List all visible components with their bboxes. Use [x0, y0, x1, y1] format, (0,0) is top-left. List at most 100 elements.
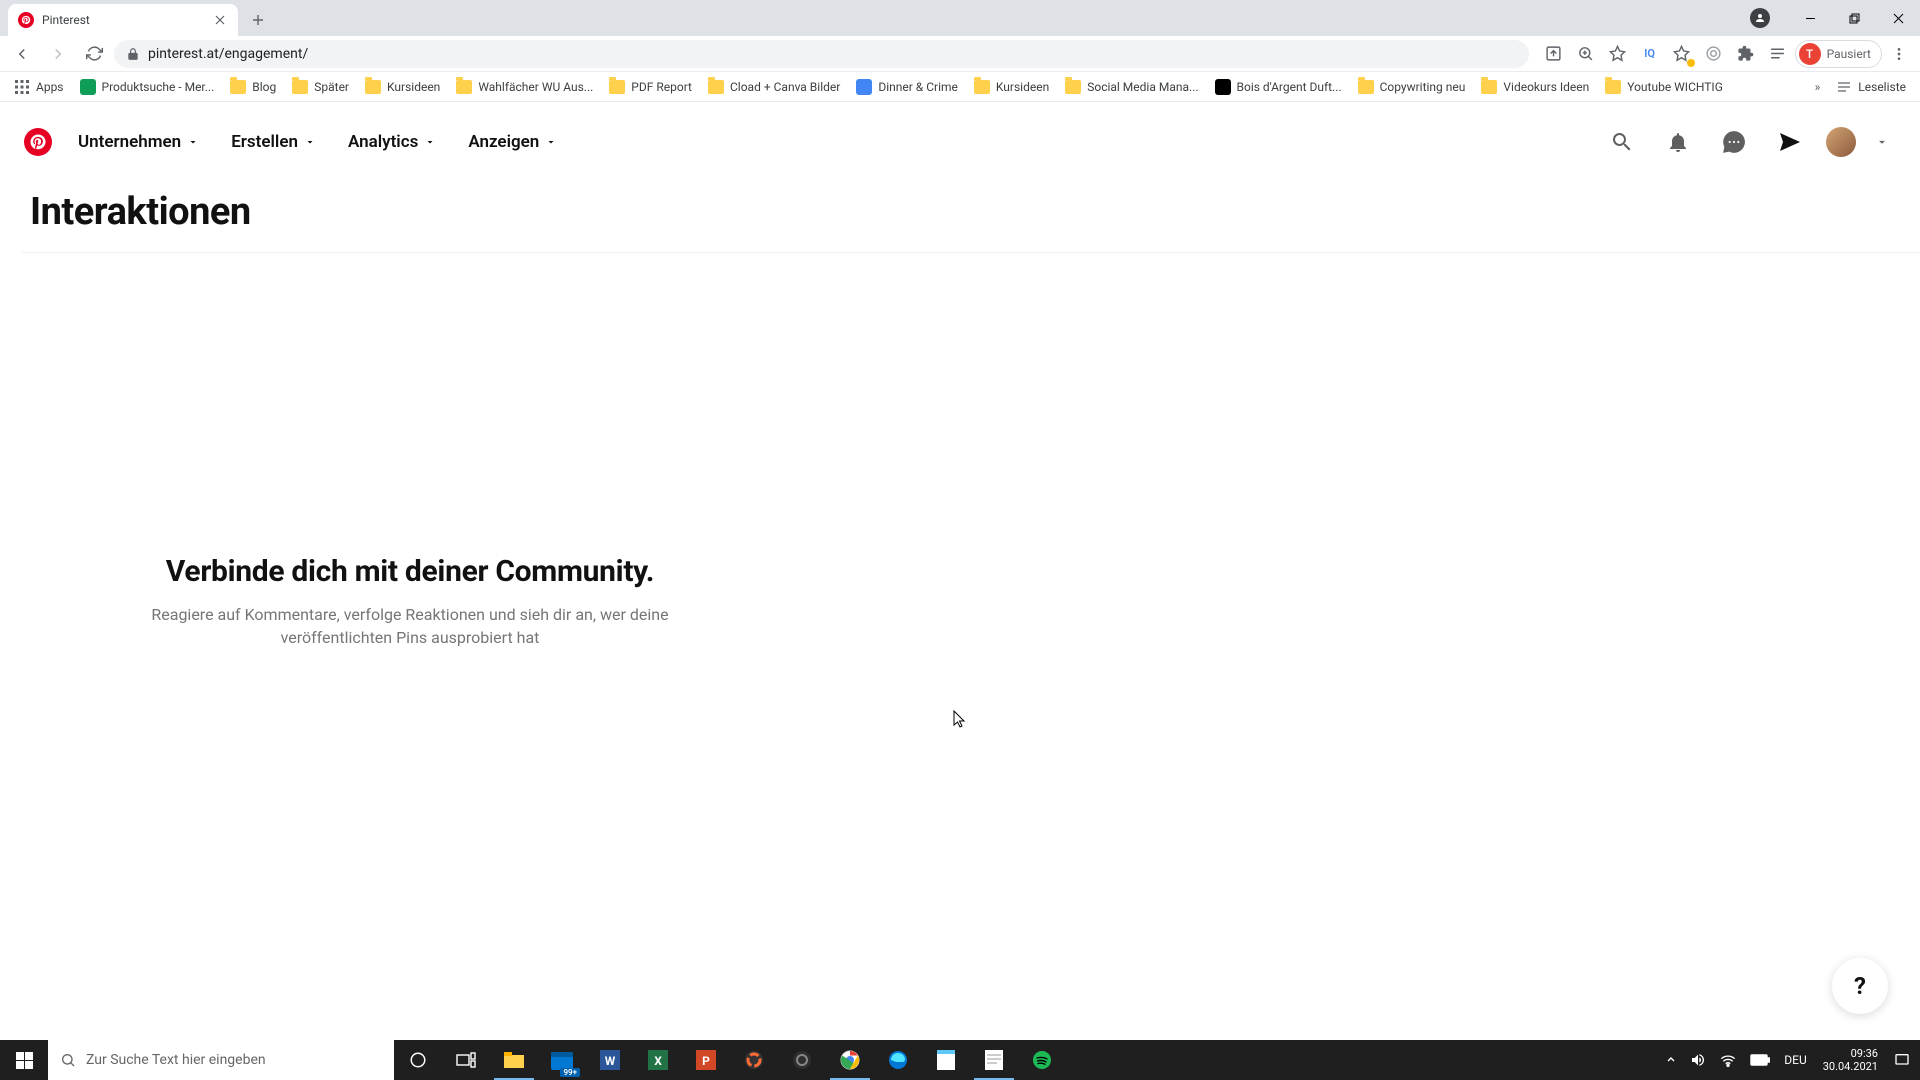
bookmark-item[interactable]: Dinner & Crime [850, 75, 964, 99]
user-avatar[interactable] [1826, 127, 1856, 157]
folder-icon [365, 79, 381, 95]
back-button[interactable] [6, 38, 38, 70]
pin-extension-icon[interactable] [1667, 39, 1697, 69]
profile-chip[interactable]: T Pausiert [1795, 40, 1882, 68]
task-view-icon[interactable] [442, 1040, 490, 1080]
bookmark-item[interactable]: Youtube WICHTIG [1599, 75, 1729, 99]
apps-label: Apps [36, 80, 64, 94]
new-tab-button[interactable] [244, 6, 272, 34]
bookmark-item[interactable]: Kursideen [359, 75, 446, 99]
apps-shortcut[interactable]: Apps [8, 75, 70, 99]
address-bar: pinterest.at/engagement/ IQ T Pausiert [0, 36, 1920, 72]
folder-icon [230, 79, 246, 95]
account-menu-caret[interactable] [1868, 128, 1896, 156]
iq-extension-icon[interactable]: IQ [1635, 39, 1665, 69]
nav-erstellen[interactable]: Erstellen [219, 124, 328, 160]
bookmark-item[interactable]: Social Media Mana... [1059, 75, 1204, 99]
bookmark-label: Später [314, 80, 349, 94]
start-button[interactable] [0, 1040, 48, 1080]
tab-strip: Pinterest [0, 0, 1920, 36]
chat-icon[interactable] [1710, 118, 1758, 166]
taskbar-chrome-icon[interactable] [826, 1040, 874, 1080]
bookmarks-bar: Apps Produktsuche - Mer... Blog Später Kurs… [0, 72, 1920, 102]
chrome-account-icon[interactable] [1750, 8, 1770, 28]
bookmark-label: Produktsuche - Mer... [102, 80, 215, 94]
reading-list-button[interactable]: Leseliste [1830, 75, 1912, 99]
send-icon[interactable] [1766, 118, 1814, 166]
system-tray: DEU 09:36 30.04.2021 [1660, 1040, 1920, 1080]
chevron-down-icon [304, 136, 316, 148]
reading-list-icon [1836, 79, 1852, 95]
reading-list-icon[interactable] [1763, 39, 1793, 69]
battery-icon[interactable] [1744, 1040, 1776, 1080]
browser-tab[interactable]: Pinterest [8, 4, 238, 36]
window-controls [1750, 0, 1920, 36]
bookmark-label: Kursideen [996, 80, 1049, 94]
folder-icon [1605, 79, 1621, 95]
wifi-icon[interactable] [1714, 1040, 1742, 1080]
folder-icon [708, 79, 724, 95]
omnibox[interactable]: pinterest.at/engagement/ [114, 40, 1529, 68]
bookmark-item[interactable]: Copywriting neu [1352, 75, 1472, 99]
forward-button[interactable] [42, 38, 74, 70]
bookmark-item[interactable]: Videokurs Ideen [1475, 75, 1595, 99]
bookmark-item[interactable]: Produktsuche - Mer... [74, 75, 221, 99]
pinterest-logo[interactable] [24, 128, 52, 156]
taskbar-explorer-icon[interactable] [490, 1040, 538, 1080]
nav-analytics[interactable]: Analytics [336, 124, 448, 160]
pinterest-header: Unternehmen Erstellen Analytics Anzeigen [0, 102, 1920, 182]
zoom-icon[interactable] [1571, 39, 1601, 69]
bookmark-item[interactable]: PDF Report [603, 75, 698, 99]
star-icon[interactable] [1603, 39, 1633, 69]
taskbar-edge-icon[interactable] [874, 1040, 922, 1080]
taskbar-search[interactable]: Zur Suche Text hier eingeben [48, 1040, 394, 1080]
taskbar: Zur Suche Text hier eingeben 99+ W X P D… [0, 1040, 1920, 1080]
notifications-icon[interactable] [1888, 1040, 1916, 1080]
tray-overflow-icon[interactable] [1660, 1040, 1682, 1080]
search-icon[interactable] [1598, 118, 1646, 166]
bookmark-item[interactable]: Wahlfächer WU Aus... [450, 75, 599, 99]
time-text: 09:36 [1851, 1047, 1878, 1060]
minimize-button[interactable] [1788, 3, 1832, 33]
close-tab-icon[interactable] [212, 12, 228, 28]
taskbar-app-icon[interactable] [730, 1040, 778, 1080]
circle-extension-icon[interactable] [1699, 39, 1729, 69]
reading-list-label: Leseliste [1858, 80, 1906, 94]
profile-avatar: T [1799, 43, 1821, 65]
bookmarks-overflow[interactable]: » [1809, 76, 1827, 98]
bookmark-item[interactable]: Cload + Canva Bilder [702, 75, 846, 99]
bell-icon[interactable] [1654, 118, 1702, 166]
taskbar-calendar-icon[interactable]: 99+ [538, 1040, 586, 1080]
maximize-button[interactable] [1832, 3, 1876, 33]
language-indicator[interactable]: DEU [1778, 1040, 1812, 1080]
taskbar-notepad-icon[interactable] [922, 1040, 970, 1080]
bookmark-label: Bois d'Argent Duft... [1237, 80, 1342, 94]
bookmark-item[interactable]: Kursideen [968, 75, 1055, 99]
volume-icon[interactable] [1684, 1040, 1712, 1080]
pinterest-favicon [18, 12, 34, 28]
extensions-icon[interactable] [1731, 39, 1761, 69]
help-button[interactable]: ? [1832, 958, 1888, 1014]
reload-button[interactable] [78, 38, 110, 70]
nav-unternehmen[interactable]: Unternehmen [66, 124, 211, 160]
taskbar-obs-icon[interactable] [778, 1040, 826, 1080]
clock[interactable]: 09:36 30.04.2021 [1815, 1047, 1886, 1073]
taskbar-powerpoint-icon[interactable]: P [682, 1040, 730, 1080]
taskbar-excel-icon[interactable]: X [634, 1040, 682, 1080]
cursor-icon [953, 710, 967, 728]
nav-anzeigen[interactable]: Anzeigen [456, 124, 569, 160]
profile-status: Pausiert [1827, 47, 1871, 61]
share-icon[interactable] [1539, 39, 1569, 69]
taskbar-word-icon[interactable]: W [586, 1040, 634, 1080]
close-window-button[interactable] [1876, 3, 1920, 33]
bookmark-item[interactable]: Bois d'Argent Duft... [1209, 75, 1348, 99]
bookmark-item[interactable]: Später [286, 75, 355, 99]
bookmark-label: Blog [252, 80, 276, 94]
taskbar-spotify-icon[interactable] [1018, 1040, 1066, 1080]
taskbar-notes-icon[interactable] [970, 1040, 1018, 1080]
chrome-menu-icon[interactable] [1884, 39, 1914, 69]
bookmark-item[interactable]: Blog [224, 75, 282, 99]
svg-text:X: X [654, 1054, 662, 1068]
cortana-icon[interactable] [394, 1040, 442, 1080]
divider [22, 252, 1920, 253]
